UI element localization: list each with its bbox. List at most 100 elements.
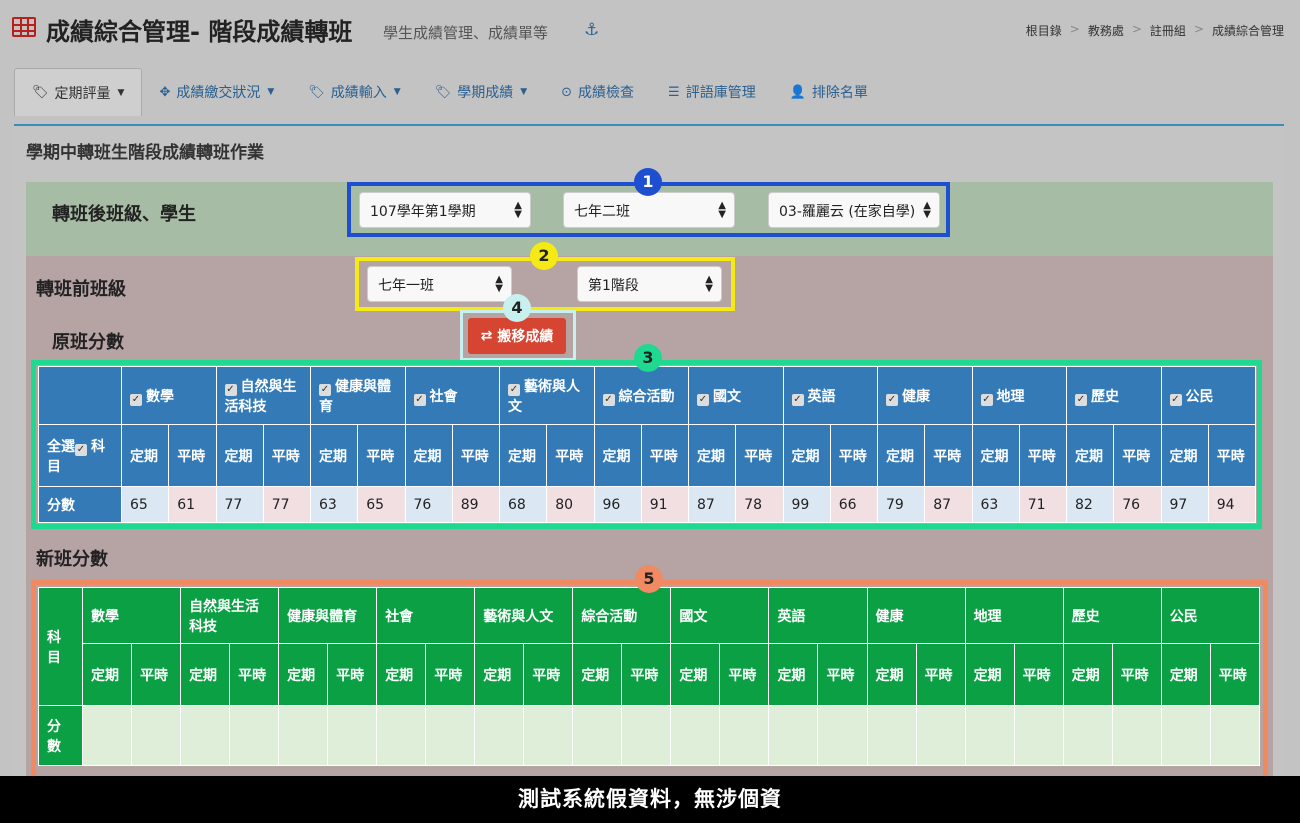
subject-header: 地理 [964, 587, 1064, 644]
new-class-select[interactable]: 七年二班 ▲ ▼ [563, 192, 735, 228]
checkbox-icon[interactable]: ✓ [75, 443, 87, 456]
select-all-label: 全選 [47, 438, 75, 455]
score-cell[interactable] [425, 705, 476, 766]
score-cell[interactable] [229, 705, 280, 766]
score-cell[interactable] [817, 705, 868, 766]
score-type-header: 定期 [687, 424, 737, 487]
score-cell[interactable] [180, 705, 231, 766]
score-cell[interactable] [1111, 705, 1162, 766]
original-scores-table: ✓ 數學 ✓ 自然與生活科技 ✓ 健康與體育 ✓ 社會 ✓ 藝術與人文 ✓ 綜合活動 ✓ 國文 ✓ 英語 ✓ 健康… [38, 366, 1257, 523]
subject-name: 數學 [146, 388, 174, 405]
semester-select[interactable]: 107學年第1學期 ▲ ▼ [359, 192, 531, 228]
score-cell[interactable] [964, 705, 1015, 766]
move-scores-button[interactable]: ⇄ 搬移成績 [468, 318, 566, 354]
score-cell[interactable] [376, 705, 427, 766]
score-type-header: 定期 [474, 643, 525, 706]
tab-regular-exam[interactable]: 🏷 定期評量 ▼ [14, 68, 143, 116]
tab-comment-library[interactable]: ☰ 評語庫管理 [651, 68, 773, 116]
score-cell[interactable] [1160, 705, 1211, 766]
subject-header: 公民 [1160, 587, 1261, 644]
score-cell: 94 [1207, 486, 1257, 523]
badge-4: 4 [503, 294, 531, 322]
after-class-label: 轉班後班級、學生 [52, 204, 196, 225]
score-type-header: 平時 [262, 424, 312, 487]
old-class-select[interactable]: 七年一班 ▲ ▼ [367, 266, 512, 302]
score-type-header: 定期 [404, 424, 453, 487]
score-type-header: 平時 [735, 424, 784, 487]
score-cell[interactable] [768, 705, 819, 766]
score-cell: 63 [309, 486, 359, 523]
checkbox-icon[interactable]: ✓ [413, 393, 426, 406]
database-icon: ☰ [668, 84, 680, 100]
select-value: 第1階段 [588, 278, 639, 294]
score-type-header: 平時 [915, 643, 966, 706]
stage-select[interactable]: 第1階段 ▲ ▼ [577, 266, 722, 302]
subject-header: ✓ 藝術與人文 [499, 366, 595, 425]
score-type-header: 平時 [523, 643, 574, 706]
checkbox-icon[interactable]: ✓ [1169, 393, 1182, 406]
checkbox-icon[interactable]: ✓ [508, 383, 520, 396]
score-cell[interactable] [474, 705, 525, 766]
select-all-cell[interactable]: 全選 ✓ 科目 [38, 424, 122, 487]
checkbox-icon[interactable]: ✓ [697, 393, 709, 406]
score-cell[interactable] [131, 705, 182, 766]
breadcrumb-item[interactable]: 根目錄 [1026, 22, 1062, 39]
score-type-header: 平時 [924, 424, 973, 487]
score-type-header: 定期 [768, 643, 819, 706]
score-cell[interactable] [719, 705, 770, 766]
subject-header: 國文 [670, 587, 770, 644]
score-cell[interactable] [1013, 705, 1064, 766]
score-cell[interactable] [81, 705, 133, 766]
score-cell[interactable] [523, 705, 574, 766]
checkbox-icon[interactable]: ✓ [1075, 393, 1087, 406]
checkbox-icon[interactable]: ✓ [319, 383, 331, 396]
score-type-header: 平時 [546, 424, 595, 487]
checkbox-icon[interactable]: ✓ [791, 393, 804, 406]
tab-score-input[interactable]: 🏷 成績輸入 ▼ [291, 68, 417, 116]
score-cell[interactable] [866, 705, 917, 766]
score-cell: 80 [546, 486, 595, 523]
score-cell[interactable] [572, 705, 623, 766]
score-type-header: 定期 [964, 643, 1015, 706]
subject-header: ✓ 歷史 [1066, 366, 1162, 425]
page-header: 成績綜合管理- 階段成績轉班 學生成績管理、成績單等 ⚓ 根目錄 > 教務處 > 註… [0, 0, 1300, 62]
score-type-header: 定期 [81, 643, 133, 706]
score-type-header: 定期 [180, 643, 231, 706]
tab-semester-score[interactable]: 🏷 學期成績 ▼ [418, 68, 544, 116]
exchange-icon: ⇄ [480, 328, 493, 344]
tab-label: 排除名單 [811, 85, 868, 101]
table-header-row: 科目 數學 自然與生活科技 健康與體育 社會 藝術與人文 綜合活動 國文 英語 健康 地理 歷史 公民 [38, 587, 1261, 706]
breadcrumb-item[interactable]: 成績綜合管理 [1212, 22, 1284, 39]
tab-label: 學期成績 [457, 85, 514, 101]
caret-down-icon: ▼ [267, 87, 275, 97]
score-cell[interactable] [915, 705, 966, 766]
table-subheader-row: 定期 平時 定期 平時 定期 平時 定期 平時 定期 平時 定期 平時 定期 平時 定期 平時 定期 平時 定期 平時… [39, 643, 1261, 706]
checkbox-icon[interactable]: ✓ [130, 393, 142, 406]
tab-submission-status[interactable]: ✥ 成績繳交狀況 ▼ [142, 68, 291, 116]
score-cell[interactable] [327, 705, 378, 766]
checkbox-icon[interactable]: ✓ [886, 393, 898, 406]
score-cell[interactable] [621, 705, 672, 766]
score-cell[interactable] [1209, 705, 1261, 766]
checkbox-icon[interactable]: ✓ [224, 383, 237, 396]
breadcrumb-item[interactable]: 教務處 [1088, 22, 1124, 39]
score-cell: 61 [168, 486, 217, 523]
score-type-header: 平時 [168, 424, 217, 487]
student-select[interactable]: 03-羅麗云 (在家自學) ▲ ▼ [768, 192, 940, 228]
breadcrumb: 根目錄 > 教務處 > 註冊組 > 成績綜合管理 [1026, 22, 1284, 39]
score-type-header: 定期 [876, 424, 926, 487]
score-cell[interactable] [278, 705, 329, 766]
tab-exclusion-list[interactable]: 👤 排除名單 [773, 68, 885, 116]
score-type-header: 定期 [782, 424, 831, 487]
tab-score-check[interactable]: ⊙ 成績檢查 [544, 68, 651, 116]
checkbox-icon[interactable]: ✓ [980, 393, 993, 406]
subject-header: ✓ 社會 [404, 366, 500, 425]
score-cell[interactable] [670, 705, 721, 766]
anchor-icon[interactable]: ⚓ [584, 20, 599, 40]
subject-name: 社會 [429, 388, 458, 405]
score-cell[interactable] [1062, 705, 1113, 766]
score-type-header: 定期 [1160, 643, 1211, 706]
checkbox-icon[interactable]: ✓ [602, 393, 615, 406]
subject-header: ✓ 綜合活動 [593, 366, 689, 425]
breadcrumb-item[interactable]: 註冊組 [1150, 22, 1186, 39]
